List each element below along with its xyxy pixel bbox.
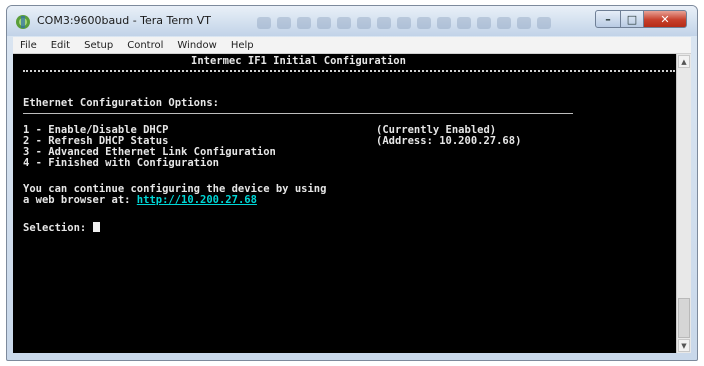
section-divider [23, 113, 573, 114]
scroll-up-arrow-icon[interactable]: ▲ [678, 55, 690, 68]
menu-file[interactable]: File [13, 40, 44, 51]
text-cursor [92, 222, 100, 232]
menu-bar: File Edit Setup Control Window Help [13, 37, 691, 54]
menu-help[interactable]: Help [224, 40, 261, 51]
web-browser-link[interactable]: http://10.200.27.68 [137, 194, 257, 206]
scrollbar-thumb[interactable] [678, 298, 690, 338]
section-title: Ethernet Configuration Options: [23, 97, 219, 109]
heading-divider [23, 70, 675, 72]
maximize-button[interactable]: □ [620, 10, 644, 28]
terminal-heading: Intermec IF1 Initial Configuration [191, 55, 406, 67]
title-bar[interactable]: COM3:9600baud - Tera Term VT – □ ✕ [7, 6, 697, 36]
option-finished: 4 - Finished with Configuration [23, 157, 219, 169]
window-title: COM3:9600baud - Tera Term VT [37, 14, 211, 27]
menu-setup[interactable]: Setup [77, 40, 120, 51]
selection-label: Selection: [23, 222, 93, 234]
vertical-scrollbar[interactable]: ▲ ▼ [676, 54, 691, 353]
selection-prompt[interactable]: Selection: [23, 222, 100, 234]
menu-window[interactable]: Window [170, 40, 223, 51]
background-taskbar-icons [257, 14, 587, 30]
tera-term-window: COM3:9600baud - Tera Term VT – □ ✕ File … [6, 5, 698, 361]
ip-address-status: (Address: 10.200.27.68) [376, 135, 522, 147]
close-button[interactable]: ✕ [643, 10, 687, 28]
menu-edit[interactable]: Edit [44, 40, 77, 51]
tera-term-app-icon[interactable] [15, 14, 31, 30]
info-line-2: a web browser at: http://10.200.27.68 [23, 195, 257, 206]
terminal-screen[interactable]: Intermec IF1 Initial Configuration Ether… [13, 54, 676, 353]
minimize-button[interactable]: – [595, 10, 621, 28]
menu-control[interactable]: Control [120, 40, 170, 51]
info-line-2-prefix: a web browser at: [23, 194, 137, 206]
scroll-down-arrow-icon[interactable]: ▼ [678, 339, 690, 352]
